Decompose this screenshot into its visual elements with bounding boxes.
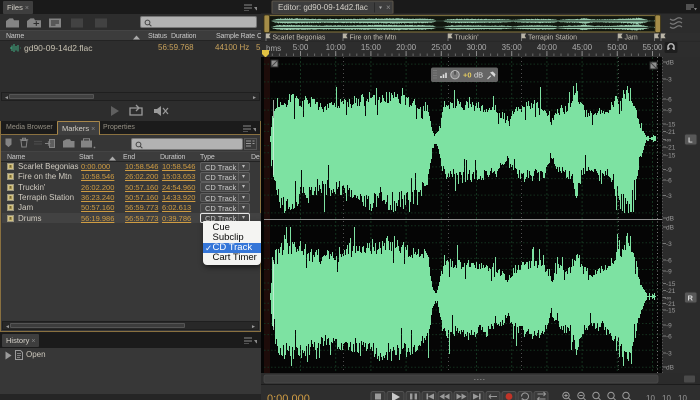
svg-text:35:00: 35:00 — [502, 43, 523, 52]
svg-text:40:00: 40:00 — [537, 43, 558, 52]
svg-text:dB: dB — [666, 365, 674, 372]
svg-text:30:00: 30:00 — [466, 43, 487, 52]
svg-text:10: 10 — [678, 394, 687, 400]
svg-text:10: 10 — [646, 394, 655, 400]
svg-text:-3: -3 — [666, 77, 672, 84]
svg-text:-15: -15 — [666, 281, 676, 288]
svg-text:-6: -6 — [666, 178, 672, 185]
svg-text:10: 10 — [662, 394, 671, 400]
svg-text:45:00: 45:00 — [572, 43, 593, 52]
svg-text:-6: -6 — [666, 97, 672, 104]
svg-text:Editor: gd90-09-14d2.flac: Editor: gd90-09-14d2.flac — [278, 3, 368, 12]
svg-text:-21: -21 — [666, 145, 676, 152]
svg-text:0:00.000: 0:00.000 — [267, 393, 310, 400]
svg-text:-3: -3 — [666, 193, 672, 200]
svg-text:Jam: Jam — [625, 35, 638, 42]
svg-text:R: R — [688, 294, 694, 303]
svg-text:-∞: -∞ — [665, 295, 672, 302]
svg-text:15:00: 15:00 — [361, 43, 382, 52]
svg-text:-21: -21 — [666, 129, 676, 136]
svg-text:×: × — [386, 3, 391, 12]
svg-text:25:00: 25:00 — [431, 43, 452, 52]
svg-text:Truckin': Truckin' — [455, 35, 479, 42]
svg-text:5:00: 5:00 — [293, 43, 309, 52]
svg-text:Fire on the Mtn: Fire on the Mtn — [350, 35, 397, 42]
svg-text:-6: -6 — [666, 258, 672, 265]
svg-text:-9: -9 — [666, 269, 672, 276]
svg-text:-21: -21 — [666, 288, 676, 295]
svg-text:dB: dB — [666, 225, 674, 232]
svg-text:dB: dB — [474, 71, 483, 80]
svg-text:-9: -9 — [666, 108, 672, 115]
svg-text:L: L — [688, 136, 693, 145]
svg-text:-9: -9 — [666, 167, 672, 174]
svg-text:10:00: 10:00 — [326, 43, 347, 52]
svg-text:50:00: 50:00 — [607, 43, 628, 52]
svg-text:-15: -15 — [666, 153, 676, 160]
svg-text:Scarlet Begonias: Scarlet Begonias — [273, 35, 326, 42]
svg-text:-15: -15 — [666, 308, 676, 315]
svg-text:-∞: -∞ — [665, 137, 672, 144]
svg-text:Terrapin Station: Terrapin Station — [528, 35, 577, 42]
svg-text:-9: -9 — [666, 323, 672, 330]
svg-text:55:00: 55:00 — [642, 43, 663, 52]
svg-text:dB: dB — [666, 216, 674, 223]
svg-text:-3: -3 — [666, 241, 672, 248]
svg-text:-3: -3 — [666, 351, 672, 358]
svg-text:dB: dB — [666, 60, 674, 67]
svg-text:-15: -15 — [666, 122, 676, 129]
svg-text:-6: -6 — [666, 334, 672, 341]
svg-text:20:00: 20:00 — [396, 43, 417, 52]
svg-text:+0: +0 — [463, 71, 472, 80]
